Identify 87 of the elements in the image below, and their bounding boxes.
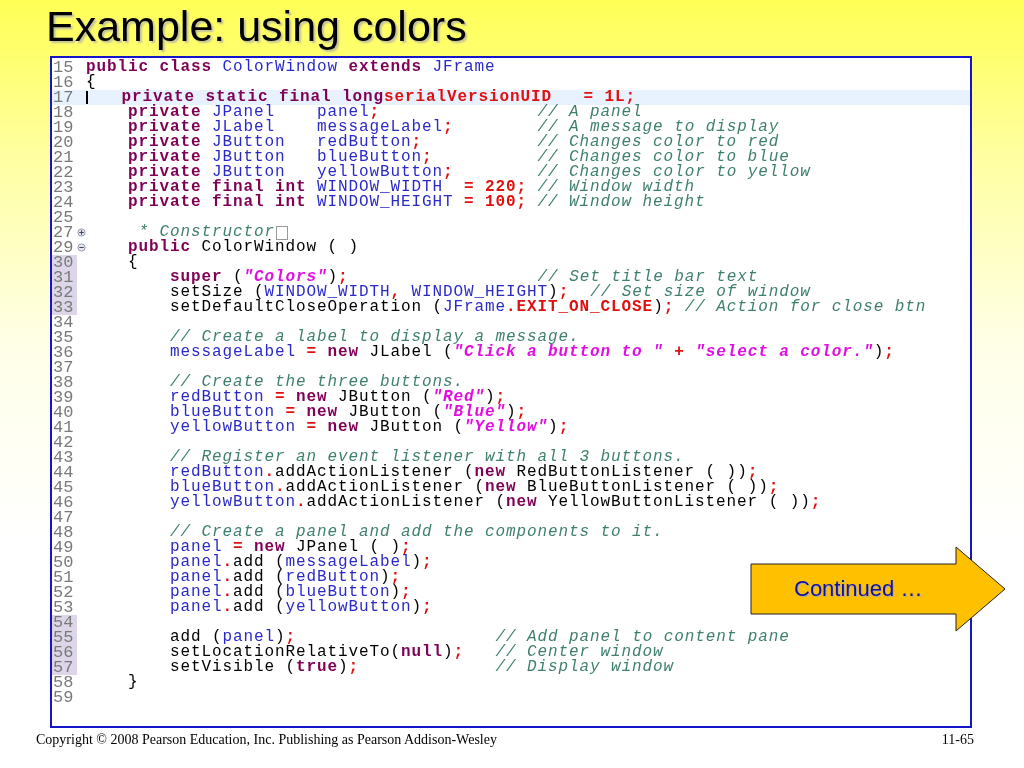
code-line: // Create a panel and add the components to it. xyxy=(169,525,664,540)
code-line: private JPanel panel; // A panel xyxy=(128,105,643,120)
code-line: private final int WINDOW_HEIGHT = 100; // Window height xyxy=(127,195,706,210)
line-number: 39 xyxy=(52,390,75,405)
line-number: 52 xyxy=(52,585,75,600)
line-number: 41 xyxy=(52,420,75,435)
line-number: 47 xyxy=(52,510,75,525)
line-number: 38 xyxy=(52,375,75,390)
text-cursor-icon xyxy=(86,91,88,104)
copyright-text: Copyright © 2008 Pearson Education, Inc. Publishing as Pearson Addison-Wesley xyxy=(36,732,497,748)
code-line: private JButton blueButton; // Changes color to blue xyxy=(127,150,790,165)
collapse-icon[interactable] xyxy=(77,243,86,252)
code-line: yellowButton = new JButton ("Yellow"); xyxy=(169,420,570,435)
code-line: private static final longserialVersionUID = 1L; xyxy=(120,90,637,105)
code-line: private JLabel messageLabel; // A message to display xyxy=(127,120,780,135)
line-number: 30 xyxy=(52,255,77,270)
line-number: 45 xyxy=(52,480,75,495)
code-line: add (panel); // Add panel to content pane xyxy=(169,630,790,645)
line-number: 18 xyxy=(52,105,75,120)
code-line: redButton.addActionListener (new RedButtonListener ( )); xyxy=(169,465,759,480)
line-number: 25 xyxy=(52,210,75,225)
line-number: 43 xyxy=(52,450,75,465)
code-line: messageLabel = new JLabel ("Click a button to " + "select a color."); xyxy=(169,345,895,360)
code-line: blueButton.addActionListener (new BlueButtonListener ( )); xyxy=(169,480,780,495)
code-line: // Create the three buttons. xyxy=(169,375,465,390)
line-number: 46 xyxy=(52,495,75,510)
code-line: super ("Colors"); // Set title bar text xyxy=(169,270,759,285)
line-number: 56 xyxy=(52,645,77,660)
code-line: } xyxy=(127,675,139,690)
line-number: 31 xyxy=(52,270,77,285)
code-line: * Constructor xyxy=(138,225,276,240)
code-line: panel.add (blueButton); xyxy=(169,585,412,600)
line-number: 32 xyxy=(52,285,77,300)
code-line: setVisible (true); // Display window xyxy=(169,660,675,675)
code-line: private final int WINDOW_WIDTH = 220; // Window width xyxy=(127,180,696,195)
line-number: 57 xyxy=(52,660,77,675)
code-line: { xyxy=(127,255,139,270)
line-number: 58 xyxy=(52,675,75,690)
code-line: panel = new JPanel ( ); xyxy=(169,540,412,555)
line-number: 29 xyxy=(52,240,75,255)
line-number: 15 xyxy=(52,60,75,75)
code-line: private JButton yellowButton; // Changes color to yellow xyxy=(127,165,811,180)
code-line: setDefaultCloseOperation (JFrame.EXIT_ON_CLOSE); // Action for close btn xyxy=(169,300,927,315)
code-line: yellowButton.addActionListener (new YellowButtonListener ( )); xyxy=(169,495,822,510)
code-line: // Create a label to display a message. xyxy=(169,330,580,345)
folded-code-marker-icon[interactable] xyxy=(276,225,289,240)
line-number: 35 xyxy=(52,330,75,345)
line-number: 16 xyxy=(52,75,75,90)
code-line: { xyxy=(86,75,97,90)
line-number: 34 xyxy=(52,315,75,330)
line-number: 36 xyxy=(52,345,75,360)
line-number: 22 xyxy=(52,165,75,180)
line-number: 49 xyxy=(52,540,75,555)
line-number: 40 xyxy=(52,405,75,420)
line-number: 37 xyxy=(52,360,75,375)
code-line: panel.add (yellowButton); xyxy=(169,600,433,615)
slide-number: 11-65 xyxy=(941,732,974,748)
line-number: 48 xyxy=(52,525,75,540)
code-line: private JButton redButton; // Changes color to red xyxy=(127,135,780,150)
line-number: 55 xyxy=(52,630,77,645)
line-number: 27 xyxy=(52,225,75,240)
line-number: 51 xyxy=(52,570,75,585)
code-line: // Register an event listener with all 3 buttons. xyxy=(169,450,685,465)
line-number: 44 xyxy=(52,465,75,480)
arrow-callout: Continued … xyxy=(750,546,1006,632)
code-line: setLocationRelativeTo(null); // Center window xyxy=(169,645,664,660)
code-line: public ColorWindow ( ) xyxy=(127,240,360,255)
line-number: 53 xyxy=(52,600,75,615)
expand-icon[interactable] xyxy=(77,228,86,237)
line-number: 42 xyxy=(52,435,75,450)
line-number: 19 xyxy=(52,120,75,135)
line-number: 50 xyxy=(52,555,75,570)
code-line: setSize (WINDOW_WIDTH, WINDOW_HEIGHT); // Set size of window xyxy=(169,285,811,300)
line-number: 17 xyxy=(52,90,75,105)
code-line: redButton = new JButton ("Red"); xyxy=(169,390,507,405)
code-line: public class ColorWindow extends JFrame xyxy=(86,60,496,75)
code-line: panel.add (messageLabel); xyxy=(169,555,433,570)
line-number: 24 xyxy=(52,195,75,210)
line-number: 20 xyxy=(52,135,75,150)
code-line: panel.add (redButton); xyxy=(169,570,402,585)
line-number: 33 xyxy=(52,300,77,315)
line-number: 21 xyxy=(52,150,75,165)
code-line: blueButton = new JButton ("Blue"); xyxy=(169,405,528,420)
line-number: 59 xyxy=(52,690,75,705)
line-number: 54 xyxy=(52,615,77,630)
line-number: 23 xyxy=(52,180,75,195)
slide-title: Example: using colors xyxy=(46,1,467,52)
